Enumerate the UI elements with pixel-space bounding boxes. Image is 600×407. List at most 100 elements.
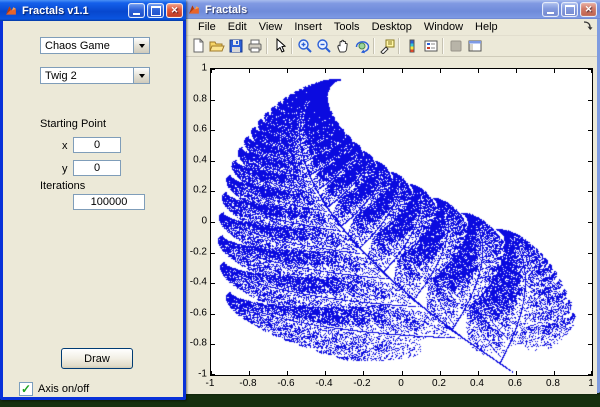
fractal-plot-canvas[interactable] — [211, 69, 592, 375]
x-input[interactable] — [73, 137, 121, 153]
axis-tick — [554, 69, 555, 73]
maximize-button[interactable] — [147, 3, 164, 18]
axes-box — [210, 68, 593, 376]
axis-tick — [211, 161, 215, 162]
edit-plot-arrow-icon[interactable] — [270, 37, 289, 55]
x-tick-label: -0.4 — [315, 378, 332, 389]
axis-tick — [363, 371, 364, 375]
menu-item-file[interactable]: File — [192, 21, 222, 33]
axis-tick — [478, 371, 479, 375]
x-tick-label: 0.6 — [508, 378, 522, 389]
x-tick-label: 0.4 — [470, 378, 484, 389]
fractal-name-dropdown[interactable]: Twig 2 — [40, 67, 150, 84]
fractals-controls-window: Fractals v1.1 ✕ Chaos Game Twig 2 Starti… — [0, 0, 186, 400]
menu-item-view[interactable]: View — [253, 21, 289, 33]
axis-tick — [516, 69, 517, 73]
controls-panel: Chaos Game Twig 2 Starting Point x y Ite… — [3, 21, 183, 397]
hide-plot-tools-icon[interactable] — [446, 37, 465, 55]
fractal-type-dropdown[interactable]: Chaos Game — [40, 37, 150, 54]
axis-tick — [211, 100, 215, 101]
menu-item-help[interactable]: Help — [469, 21, 504, 33]
figure-toolbar — [186, 36, 597, 57]
zoom-out-icon[interactable] — [314, 37, 333, 55]
rotate-3d-icon[interactable] — [352, 37, 371, 55]
draw-button[interactable]: Draw — [61, 348, 133, 369]
close-button[interactable]: ✕ — [580, 2, 597, 17]
axis-tick — [325, 69, 326, 73]
left-window-title: Fractals v1.1 — [22, 5, 128, 17]
axis-tick — [211, 69, 215, 70]
new-figure-icon[interactable] — [188, 37, 207, 55]
menu-item-tools[interactable]: Tools — [328, 21, 366, 33]
close-button[interactable]: ✕ — [166, 3, 183, 18]
y-tick-label: -0.4 — [187, 277, 207, 288]
maximize-button[interactable] — [561, 2, 578, 17]
axis-tick — [211, 130, 215, 131]
axis-tick — [211, 374, 215, 375]
zoom-in-icon[interactable] — [295, 37, 314, 55]
y-tick-label: -0.8 — [187, 338, 207, 349]
iterations-label: Iterations — [40, 180, 85, 192]
axis-tick — [249, 371, 250, 375]
x-tick-label: -0.6 — [277, 378, 294, 389]
axis-tick — [588, 222, 592, 223]
chevron-down-icon[interactable] — [133, 38, 149, 53]
y-tick-label: 0.4 — [187, 155, 207, 166]
x-tick-label: -0.2 — [353, 378, 370, 389]
axis-tick — [211, 344, 215, 345]
axis-tick — [588, 161, 592, 162]
x-tick-label: 0 — [398, 378, 404, 389]
toolbar-separator — [398, 38, 400, 54]
x-label: x — [62, 140, 68, 152]
axis-tick — [211, 283, 215, 284]
starting-point-label: Starting Point — [40, 118, 106, 130]
y-tick-label: -1 — [187, 369, 207, 380]
y-tick-label: 1 — [187, 63, 207, 74]
chevron-down-icon[interactable] — [133, 68, 149, 83]
axis-tick — [588, 374, 592, 375]
figure-titlebar[interactable]: Fractals ✕ — [183, 0, 600, 19]
x-tick-label: 0.8 — [546, 378, 560, 389]
axis-tick — [287, 371, 288, 375]
x-tick-label: 0.2 — [432, 378, 446, 389]
axis-tick — [588, 283, 592, 284]
minimize-button[interactable] — [542, 2, 559, 17]
iterations-input[interactable] — [73, 194, 145, 210]
dock-arrow-icon[interactable] — [583, 21, 593, 31]
insert-legend-icon[interactable] — [421, 37, 440, 55]
axis-tick — [363, 69, 364, 73]
figure-window: Fractals ✕ FileEditViewInsertToolsDeskto… — [183, 0, 600, 393]
y-input[interactable] — [73, 160, 121, 176]
print-icon[interactable] — [245, 37, 264, 55]
menu-item-insert[interactable]: Insert — [288, 21, 328, 33]
data-cursor-icon[interactable] — [377, 37, 396, 55]
y-tick-label: 0.8 — [187, 94, 207, 105]
menu-item-edit[interactable]: Edit — [222, 21, 253, 33]
matlab-icon — [4, 4, 18, 17]
matlab-icon — [187, 3, 201, 16]
axis-tick — [588, 69, 592, 70]
x-tick-label: -0.8 — [239, 378, 256, 389]
menu-item-window[interactable]: Window — [418, 21, 469, 33]
axis-tick — [554, 371, 555, 375]
axis-tick — [211, 191, 215, 192]
pan-hand-icon[interactable] — [333, 37, 352, 55]
insert-colorbar-icon[interactable] — [402, 37, 421, 55]
x-tick-label: -1 — [206, 378, 215, 389]
axis-checkbox-label: Axis on/off — [38, 383, 89, 395]
axis-tick — [402, 371, 403, 375]
figure-canvas-area: -1 -0.8 -0.6 -0.4 -0.2 0 0.2 0.4 0.6 0.8 1 1 0.8 0.6 0… — [186, 57, 597, 394]
x-tick-label: 1 — [588, 378, 594, 389]
left-window-titlebar[interactable]: Fractals v1.1 ✕ — [0, 0, 186, 21]
axis-tick — [588, 253, 592, 254]
save-figure-icon[interactable] — [226, 37, 245, 55]
axis-tick — [402, 69, 403, 73]
y-tick-label: 0.6 — [187, 124, 207, 135]
fractal-type-value: Chaos Game — [41, 40, 133, 52]
show-plot-tools-icon[interactable] — [465, 37, 484, 55]
minimize-button[interactable] — [128, 3, 145, 18]
menu-item-desktop[interactable]: Desktop — [366, 21, 418, 33]
axis-checkbox[interactable]: ✓ — [19, 382, 33, 396]
open-file-icon[interactable] — [207, 37, 226, 55]
figure-menubar: FileEditViewInsertToolsDesktopWindowHelp — [186, 19, 597, 36]
